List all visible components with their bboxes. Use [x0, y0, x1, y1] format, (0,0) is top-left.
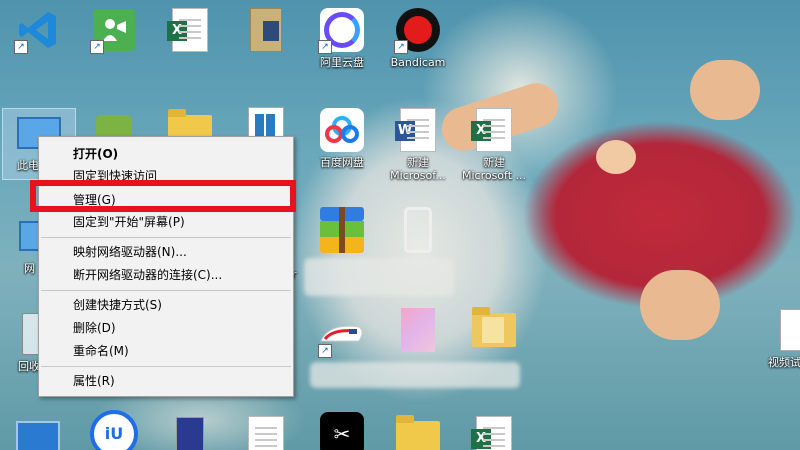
vscode-icon: ↗: [14, 6, 62, 54]
desktop-icon-vscode[interactable]: ↗: [2, 6, 74, 56]
baidu-netdisk-icon: [318, 106, 366, 154]
shortcut-arrow-icon: ↗: [14, 40, 28, 54]
desktop-icon-aliyun[interactable]: ↗ 阿里云盘: [306, 6, 378, 69]
desktop-icon-new-word[interactable]: W 新建 Microsof...: [382, 106, 454, 182]
phone-icon: [394, 206, 442, 254]
train-icon: ↗: [318, 310, 366, 358]
icon-label: 视频试: [768, 356, 800, 369]
desktop-icon-baidu[interactable]: 百度网盘: [306, 106, 378, 169]
excel-file-icon: X: [166, 6, 214, 54]
desktop-icon-winrar[interactable]: [306, 206, 378, 254]
text-file-icon: [242, 414, 290, 450]
icon-label: 新建 Microsof...: [390, 156, 446, 182]
presentation-icon: [14, 414, 62, 450]
desktop-icon-bottom-6[interactable]: [382, 414, 454, 450]
desktop-icon-bottom-2[interactable]: iU: [78, 410, 150, 450]
highlight-box: [30, 180, 296, 212]
book-icon: [166, 414, 214, 450]
icon-label: 此电: [17, 159, 39, 172]
desktop-icon-capcut[interactable]: ✂: [306, 410, 378, 450]
menu-item-open[interactable]: 打开(O): [73, 146, 118, 162]
word-file-icon: W: [394, 106, 442, 154]
video-file-icon: [772, 306, 800, 354]
desktop-icon-train[interactable]: ↗: [306, 310, 378, 358]
icon-label: 网: [24, 262, 35, 275]
desktop-icon-bottom-7[interactable]: X: [458, 414, 530, 450]
iu-app-icon: iU: [90, 410, 138, 450]
desktop-icon-bottom-3[interactable]: [154, 414, 226, 450]
blurred-label: [304, 258, 454, 296]
blurred-label-2: [310, 362, 520, 388]
folder-icon: [470, 306, 518, 354]
excel-file-icon: X: [470, 106, 518, 154]
desktop-icon-folder-2[interactable]: [458, 306, 530, 354]
desktop-icon-image[interactable]: [382, 306, 454, 354]
icon-label: 回收: [18, 360, 40, 373]
menu-separator: [41, 366, 291, 367]
desktop-icon-video[interactable]: 视频试: [760, 306, 800, 369]
icon-label: 阿里云盘: [320, 56, 364, 69]
desktop-icon-excel-1[interactable]: X: [154, 6, 226, 56]
capcut-icon: ✂: [318, 410, 366, 450]
folder-icon: [394, 414, 442, 450]
desktop-icon-new-excel[interactable]: X 新建 Microsoft ...: [458, 106, 530, 182]
wallpaper-hand: [596, 140, 636, 174]
desktop-icon-bottom-4[interactable]: [230, 414, 302, 450]
desktop-icon-phone[interactable]: [382, 206, 454, 254]
desktop-icon-green-app[interactable]: ↗: [78, 6, 150, 56]
image-file-icon: [394, 306, 442, 354]
shortcut-arrow-icon: ↗: [318, 344, 332, 358]
menu-item-delete[interactable]: 删除(D): [73, 320, 116, 336]
aliyun-drive-icon: ↗: [318, 6, 366, 54]
shortcut-arrow-icon: ↗: [90, 40, 104, 54]
desktop-icon-bottom-1[interactable]: [2, 414, 74, 450]
icon-label: 百度网盘: [320, 156, 364, 169]
desktop-icon-bandicam[interactable]: ↗ Bandicam: [382, 6, 454, 69]
folder-icon: [242, 6, 290, 54]
green-app-icon: ↗: [90, 6, 138, 54]
excel-file-icon: X: [470, 414, 518, 450]
icon-label: 新建 Microsoft ...: [461, 156, 527, 182]
archive-icon: [318, 206, 366, 254]
wallpaper-arm: [640, 270, 720, 340]
context-menu: 打开(O) 固定到快速访问 管理(G) 固定到"开始"屏幕(P) 映射网络驱动器…: [38, 136, 294, 397]
wallpaper-leg-2: [690, 60, 760, 120]
menu-item-create-shortcut[interactable]: 创建快捷方式(S): [73, 297, 162, 313]
menu-separator: [41, 290, 291, 291]
desktop-icon-folder-1[interactable]: [230, 6, 302, 56]
menu-item-properties[interactable]: 属性(R): [73, 373, 115, 389]
menu-item-pin-start[interactable]: 固定到"开始"屏幕(P): [73, 214, 185, 230]
menu-item-map-drive[interactable]: 映射网络驱动器(N)...: [73, 244, 187, 260]
shortcut-arrow-icon: ↗: [394, 40, 408, 54]
menu-item-rename[interactable]: 重命名(M): [73, 343, 129, 359]
icon-label: Bandicam: [390, 56, 446, 69]
menu-item-disconnect-drive[interactable]: 断开网络驱动器的连接(C)...: [73, 267, 222, 283]
bandicam-icon: ↗: [394, 6, 442, 54]
desktop-wallpaper: ↗ ↗ X ↗ 阿里云盘 ↗ Bandicam 此电 百度网盘 W 新建 Mic…: [0, 0, 800, 450]
menu-separator: [41, 237, 291, 238]
shortcut-arrow-icon: ↗: [318, 40, 332, 54]
